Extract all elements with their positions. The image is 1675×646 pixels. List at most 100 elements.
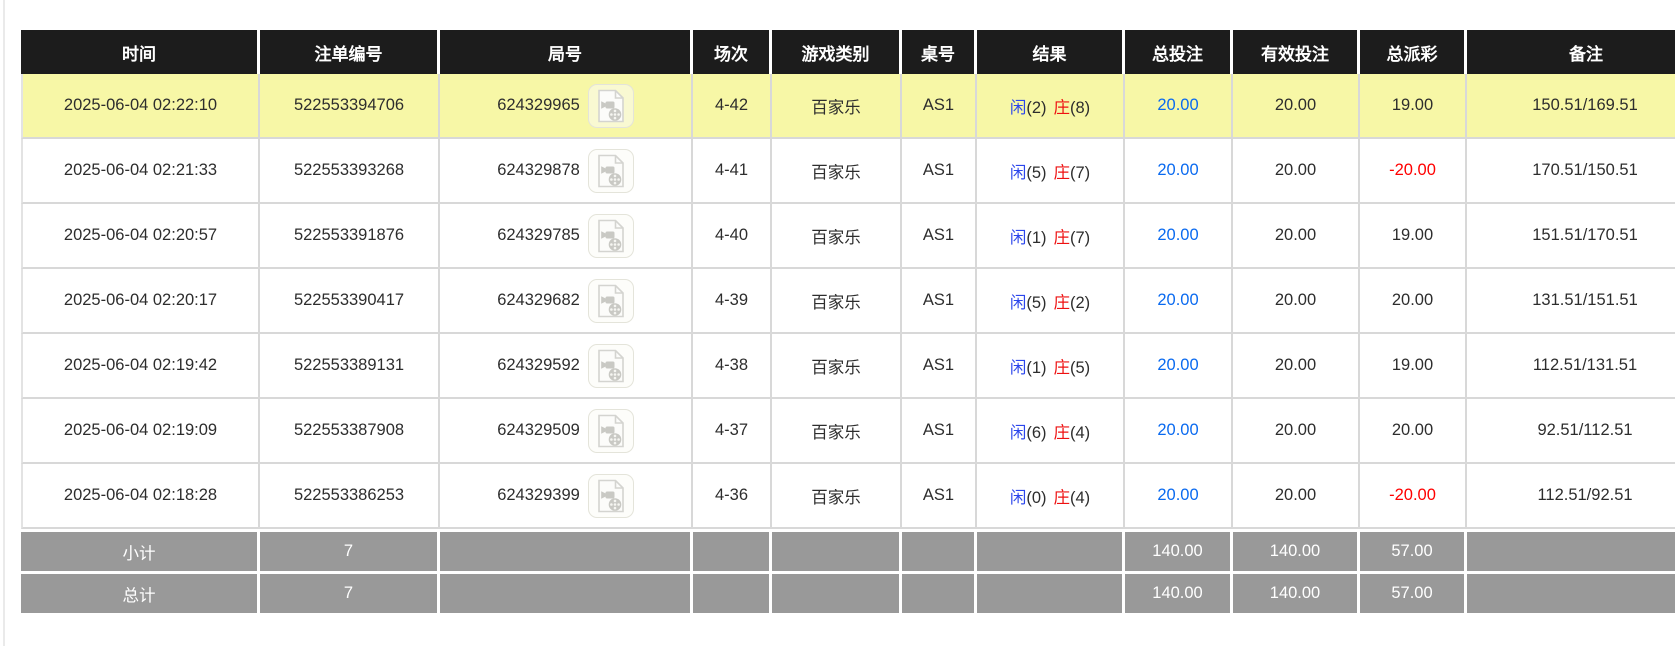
total-bet-link[interactable]: 20.00 [1157, 356, 1198, 374]
result-player-count: (1) [1026, 229, 1046, 247]
cell-session: 4-40 [693, 204, 772, 269]
cell-table-no: AS1 [902, 334, 977, 399]
cell-bet-id: 522553387908 [260, 399, 440, 464]
summary-empty-cell [1467, 529, 1675, 571]
video-replay-button[interactable] [588, 84, 634, 128]
video-record-icon [596, 284, 626, 318]
cell-round: 624329509 [440, 399, 693, 464]
bet-record-row[interactable]: 2025-06-04 02:18:28522553386253 624329399… [21, 464, 1675, 529]
column-header-round: 局号 [440, 30, 693, 74]
result-player-label: 闲 [1010, 294, 1027, 312]
cell-table-no: AS1 [902, 269, 977, 334]
cell-valid-bet: 20.00 [1233, 204, 1360, 269]
video-replay-button[interactable] [588, 474, 634, 518]
cell-game-type: 百家乐 [772, 74, 902, 139]
cell-game-type: 百家乐 [772, 334, 902, 399]
round-number: 624329592 [497, 356, 580, 375]
cell-valid-bet: 20.00 [1233, 269, 1360, 334]
summary-total-bet: 140.00 [1125, 571, 1233, 613]
bet-record-row[interactable]: 2025-06-04 02:20:17522553390417624329682… [21, 269, 1675, 334]
cell-table-no: AS1 [902, 399, 977, 464]
bet-record-row[interactable]: 2025-06-04 02:21:33522553393268624329878… [21, 139, 1675, 204]
cell-bet-id: 522553391876 [260, 204, 440, 269]
cell-result: 闲(5) 庄(2) [977, 269, 1125, 334]
total-bet-link[interactable]: 20.00 [1157, 161, 1198, 179]
round-number-group: 624329509 [497, 409, 634, 453]
bet-record-row[interactable]: 2025-06-04 02:19:42522553389131624329592… [21, 334, 1675, 399]
cell-valid-bet: 20.00 [1233, 74, 1360, 139]
video-replay-button[interactable] [588, 214, 634, 258]
total-bet-link[interactable]: 20.00 [1157, 226, 1198, 244]
cell-game-type: 百家乐 [772, 269, 902, 334]
total-bet-link[interactable]: 20.00 [1157, 421, 1198, 439]
cell-payout: 19.00 [1360, 334, 1467, 399]
cell-result: 闲(0)庄(4) [977, 464, 1125, 529]
summary-empty-cell [440, 571, 693, 613]
cell-table-no: AS1 [902, 74, 977, 139]
cell-total-bet: 20.00 [1125, 269, 1233, 334]
total-bet-link[interactable]: 20.00 [1157, 96, 1198, 114]
video-replay-button[interactable] [588, 279, 634, 323]
total-bet-link[interactable]: 20.00 [1157, 291, 1198, 309]
summary-empty-cell [977, 571, 1125, 613]
result-banker-label: 庄 [1054, 99, 1071, 117]
cell-game-type: 百家乐 [772, 464, 902, 529]
cell-table-no: AS1 [902, 464, 977, 529]
cell-result: 闲(1)庄(5) [977, 334, 1125, 399]
video-record-icon [596, 154, 626, 188]
round-number: 624329878 [497, 161, 580, 180]
cell-round: 624329785 [440, 204, 693, 269]
cell-time: 2025-06-04 02:18:28 [21, 464, 260, 529]
bet-record-row[interactable]: 2025-06-04 02:22:10522553394706624329965… [21, 74, 1675, 139]
result-banker-label: 庄 [1054, 294, 1071, 312]
result-player-label: 闲 [1010, 424, 1027, 442]
cell-result: 闲(5)庄(7) [977, 139, 1125, 204]
summary-label: 总计 [21, 571, 260, 613]
cell-bet-id: 522553390417 [260, 269, 440, 334]
cell-game-type: 百家乐 [772, 204, 902, 269]
round-number-group: 624329878 [497, 149, 634, 193]
bet-record-row[interactable]: 2025-06-04 02:19:09522553387908 624329509… [21, 399, 1675, 464]
summary-empty-cell [772, 529, 902, 571]
total-bet-link[interactable]: 20.00 [1157, 486, 1198, 504]
round-number: 624329509 [497, 421, 580, 440]
result-banker-label: 庄 [1054, 359, 1071, 377]
cell-payout: -20.00 [1360, 139, 1467, 204]
cell-remark: 150.51/169.51 [1467, 74, 1675, 139]
video-replay-button[interactable] [588, 344, 634, 388]
round-number: 624329785 [497, 226, 580, 245]
summary-empty-cell [902, 529, 977, 571]
video-replay-button[interactable] [588, 409, 634, 453]
cell-time: 2025-06-04 02:19:09 [21, 399, 260, 464]
cell-round: 624329878 [440, 139, 693, 204]
grand-total-row: 总计7140.00140.0057.00 [21, 571, 1675, 613]
summary-empty-cell [977, 529, 1125, 571]
summary-empty-cell [440, 529, 693, 571]
cell-total-bet: 20.00 [1125, 139, 1233, 204]
result-banker-label: 庄 [1054, 489, 1071, 507]
column-header-remark: 备注 [1467, 30, 1675, 74]
column-header-result: 结果 [977, 30, 1125, 74]
cell-total-bet: 20.00 [1125, 74, 1233, 139]
column-header-total_bet: 总投注 [1125, 30, 1233, 74]
summary-empty-cell [902, 571, 977, 613]
result-banker-count: (2) [1070, 294, 1090, 312]
result-banker-count: (7) [1070, 229, 1090, 247]
result-player-count: (5) [1026, 164, 1046, 182]
round-number-group: 624329399 [497, 474, 634, 518]
cell-game-type: 百家乐 [772, 139, 902, 204]
bet-record-row[interactable]: 2025-06-04 02:20:57522553391876624329785… [21, 204, 1675, 269]
summary-payout: 57.00 [1360, 529, 1467, 571]
result-player-count: (2) [1026, 99, 1046, 117]
cell-time: 2025-06-04 02:21:33 [21, 139, 260, 204]
cell-bet-id: 522553386253 [260, 464, 440, 529]
video-replay-button[interactable] [588, 149, 634, 193]
cell-remark: 170.51/150.51 [1467, 139, 1675, 204]
cell-valid-bet: 20.00 [1233, 334, 1360, 399]
cell-result: 闲(1)庄(7) [977, 204, 1125, 269]
result-player-count: (5) [1026, 294, 1046, 312]
result-banker-count: (5) [1070, 359, 1090, 377]
cell-payout: 20.00 [1360, 399, 1467, 464]
video-record-icon [596, 219, 626, 253]
cell-total-bet: 20.00 [1125, 204, 1233, 269]
